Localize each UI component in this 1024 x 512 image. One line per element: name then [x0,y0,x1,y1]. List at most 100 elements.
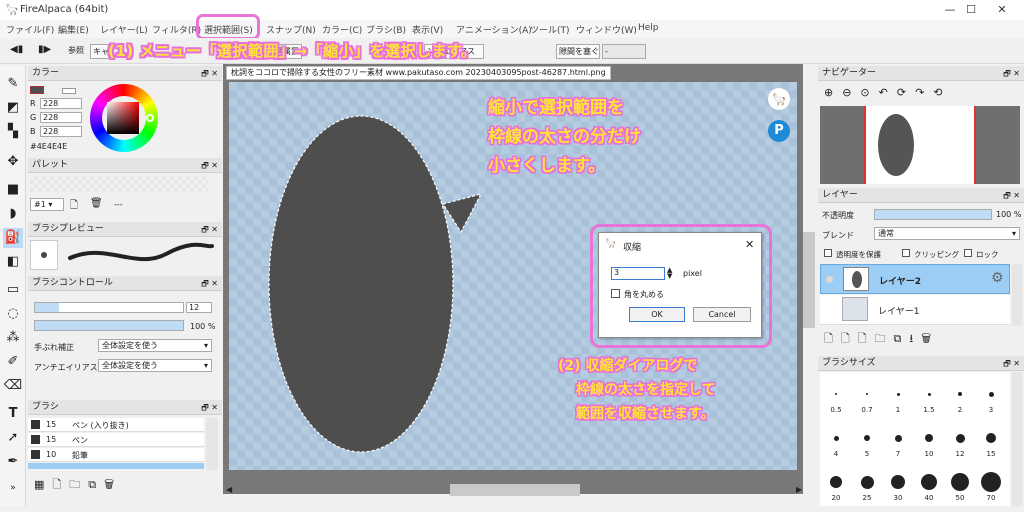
panel-controls-icon[interactable]: 🗗 ✕ [1003,356,1020,371]
magic-wand-icon[interactable]: ⁂ [3,328,23,348]
lasso-icon[interactable]: ◌ [3,304,23,324]
brush-size-dot[interactable] [921,474,937,490]
layer-row-selected[interactable]: レイヤー2 ⚙ [820,264,1010,294]
text-tool-icon[interactable]: T [3,404,23,424]
palette-swatches[interactable] [30,176,208,192]
brush-size-dot[interactable] [894,434,902,442]
brush-size-input[interactable]: 12 [186,302,212,313]
scroll-right-icon[interactable]: ▶ [796,485,802,494]
new-palette-icon[interactable]: 🗋 [70,198,78,215]
layer-opacity-slider[interactable] [874,209,992,220]
brush-size-dot[interactable] [958,392,962,396]
brush-size-dot[interactable] [896,392,900,396]
panel-controls-icon[interactable]: 🗗 ✕ [1003,66,1020,81]
document-tab[interactable]: 枕詞をココロで掃除する女性のフリー素材 www.pakutaso.com 202… [226,66,611,80]
g-input[interactable]: 228 [40,112,82,123]
more-tools-icon[interactable]: » [3,478,23,498]
panel-controls-icon[interactable]: 🗗 ✕ [201,222,218,237]
pen-tool-icon[interactable]: ✎ [3,74,23,94]
brush-opacity-slider[interactable] [34,320,184,331]
menu-view[interactable]: 表示(V) [412,23,443,36]
palette-selector[interactable]: #1 ▾ [30,198,64,211]
brush-size-dot[interactable] [866,393,868,395]
gradient-fill-icon[interactable]: ◧ [3,252,23,272]
round-corners-checkbox[interactable] [611,289,620,298]
brush-panel-actions-icons[interactable]: ▦🗋🗀⧉🗑 [34,476,122,495]
brush-size-dot[interactable] [955,433,965,443]
layer-visibility-icon[interactable] [826,276,833,283]
primary-color-swatch[interactable] [30,86,44,94]
brush-size-dot[interactable] [860,475,874,489]
menu-brush[interactable]: ブラシ(B) [366,23,406,36]
brush-size-dot[interactable] [988,391,994,397]
eyedropper-icon[interactable]: ✒ [3,452,23,472]
move-tool-icon[interactable]: ✥ [3,152,23,172]
menu-help[interactable]: Help [638,23,659,33]
brush-size-dot[interactable] [986,433,996,443]
panel-controls-icon[interactable]: 🗗 ✕ [201,400,218,415]
brush-size-dot[interactable] [830,476,842,488]
delete-palette-icon[interactable]: 🗑 [90,198,103,209]
shrink-amount-input[interactable]: 3 [611,267,665,280]
prev-icon[interactable]: ◀▮ [10,44,23,55]
menu-file[interactable]: ファイル(F) [6,23,54,36]
r-input[interactable]: 228 [40,98,82,109]
gradient-tool-icon[interactable]: ◗ [3,204,23,224]
canvas-h-scrollbar[interactable] [450,484,580,496]
brush-size-dot[interactable] [927,392,931,396]
saturation-square[interactable] [107,102,139,134]
dot-tool-icon[interactable]: ▚ [3,122,23,142]
close-button[interactable]: ✕ [982,0,1022,20]
ok-button[interactable]: OK [629,307,685,322]
brush-list-item[interactable]: 15 ペン [28,433,204,447]
select-eraser-icon[interactable]: ⌫ [3,376,23,396]
secondary-color-swatch[interactable] [62,88,76,94]
brush-size-dot[interactable] [891,475,905,489]
brush-size-dot[interactable] [925,434,933,442]
navigator-tools-icons[interactable]: ⊕⊖⊙↶⟳↷⟲ [824,86,952,99]
brush-list-item-selected[interactable] [28,463,204,469]
menu-layer[interactable]: レイヤー(L) [100,23,148,36]
gear-icon[interactable]: ⚙ [991,270,1004,286]
eraser-tool-icon[interactable]: ◩ [3,98,23,118]
brush-size-slider[interactable] [34,302,184,313]
dialog-close-icon[interactable]: ✕ [745,238,754,251]
navigator-preview[interactable] [820,106,1020,184]
brush-size-dot[interactable] [951,473,969,491]
menu-window[interactable]: ウィンドウ(W) [576,23,637,36]
brush-size-scrollbar[interactable] [1012,372,1022,506]
canvas-v-scrollbar[interactable] [803,232,815,328]
operation-tool-icon[interactable]: ➚ [3,428,23,448]
blend-select[interactable]: 通常 ▾ [874,227,1020,240]
protect-alpha-checkbox[interactable] [824,249,832,257]
menu-tools[interactable]: ツール(T) [530,23,570,36]
menu-animation[interactable]: アニメーション(A) [456,23,532,36]
panel-controls-icon[interactable]: 🗗 ✕ [201,66,218,81]
bucket-tool-icon[interactable]: ⛽ [3,228,23,248]
hue-handle[interactable] [146,114,154,122]
panel-controls-icon[interactable]: 🗗 ✕ [1003,188,1020,203]
brush-list-item[interactable]: 15 ペン (入り抜き) [28,418,204,432]
brush-size-dot[interactable] [835,393,837,395]
next-icon[interactable]: ▮▶ [38,44,51,55]
menu-filter[interactable]: フィルタ(R) [152,23,201,36]
b-input[interactable]: 228 [40,126,82,137]
brush-size-dot[interactable] [864,435,870,441]
brush-size-dot[interactable] [981,472,1001,492]
layer-actions-icons[interactable]: 🗋🗋🗋🗀⧉⭳🗑 [824,330,939,349]
lock-checkbox[interactable] [964,249,972,257]
layer-row[interactable]: レイヤー1 [820,295,1010,325]
panel-controls-icon[interactable]: 🗗 ✕ [201,276,218,291]
menu-snap[interactable]: スナップ(N) [266,23,316,36]
cancel-button[interactable]: Cancel [693,307,751,322]
menu-color[interactable]: カラー(C) [322,23,362,36]
antialias-select[interactable]: 全体設定を使う ▾ [98,359,212,372]
gap-close-select[interactable]: - [602,44,646,59]
brush-size-dot[interactable] [833,435,839,441]
fill-rect-tool-icon[interactable]: ■ [3,180,23,200]
brush-list-item[interactable]: 10 鉛筆 [28,448,204,462]
panel-controls-icon[interactable]: 🗗 ✕ [201,158,218,173]
layer-list-scrollbar[interactable] [1012,264,1022,326]
scroll-left-icon[interactable]: ◀ [226,485,232,494]
stepper-icon[interactable]: ▲ ▼ [667,267,672,280]
